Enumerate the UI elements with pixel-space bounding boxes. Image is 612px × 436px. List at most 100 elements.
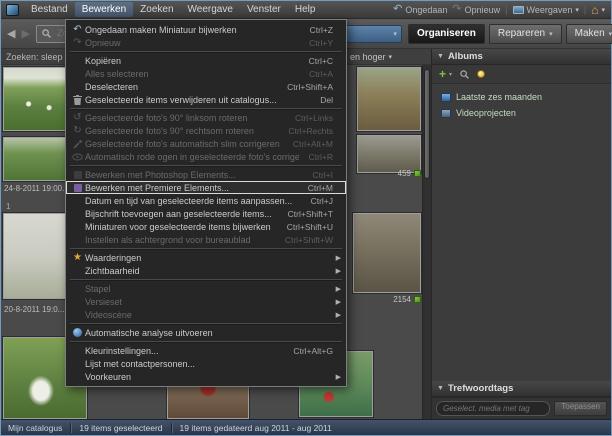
edit-menu-item[interactable]: DeselecterenCtrl+Shift+A [66, 80, 346, 93]
edit-menu-item[interactable]: Miniaturen voor geselecteerde items bijw… [66, 220, 346, 233]
tab-organiseren[interactable]: Organiseren [408, 24, 485, 44]
chevron-down-icon: ▾ [601, 6, 605, 14]
edit-menu-item[interactable]: Geselecteerde items verwijderen uit cata… [66, 93, 346, 106]
undo-icon: ↶ [393, 4, 402, 15]
edit-menu-item[interactable]: ↶Ongedaan maken Miniatuur bijwerkenCtrl+… [66, 23, 346, 36]
submenu-arrow-icon: ▶ [333, 298, 341, 306]
menubar-item-venster[interactable]: Venster [240, 2, 288, 17]
album-label: Laatste zes maanden [456, 92, 542, 102]
menu-item-label: Bewerken met Premiere Elements... [85, 183, 298, 193]
menu-item-shortcut: Ctrl+Rechts [288, 126, 333, 136]
photo-count-badge: 2154 [343, 295, 421, 304]
submenu-arrow-icon: ▶ [333, 254, 341, 262]
tab-repareren[interactable]: Repareren ▾ [489, 24, 562, 44]
rating-filter-dropdown[interactable]: en hoger ▾ [350, 52, 392, 62]
forward-button[interactable]: ▶ [21, 27, 29, 40]
menu-item-shortcut: Ctrl+Shift+T [288, 209, 333, 219]
menubar-item-bewerken[interactable]: Bewerken [75, 2, 133, 17]
menubar-right-group: ↶ Ongedaan ↷ Opnieuw | Weergaven ▾ | ⌂ ▾ [393, 4, 611, 16]
edit-menu-item[interactable]: Bewerken met Premiere Elements...Ctrl+M [66, 181, 346, 194]
edit-menu-item[interactable]: KopiërenCtrl+C [66, 54, 346, 67]
submenu-arrow-icon: ▶ [333, 267, 341, 275]
edit-menu-item[interactable]: Zichtbaarheid▶ [66, 264, 346, 277]
menubar-item-weergave[interactable]: Weergave [181, 2, 240, 17]
edit-menu-item: Bewerken met Photoshop Elements...Ctrl+I [66, 168, 346, 181]
redo-button[interactable]: ↷ Opnieuw [452, 4, 500, 15]
toolbar-divider: | [584, 5, 586, 15]
menubar-item-zoeken[interactable]: Zoeken [133, 2, 180, 17]
add-album-button[interactable]: + [439, 68, 446, 80]
menubar-item-help[interactable]: Help [288, 2, 323, 17]
analysis-icon [70, 328, 85, 337]
status-bar: Mijn catalogus 19 items geselecteerd 19 … [1, 419, 611, 435]
menu-separator [70, 51, 342, 52]
submenu-arrow-icon: ▶ [333, 373, 341, 381]
scrollbar-thumb[interactable] [424, 69, 430, 179]
display-dropdown-button[interactable]: Weergaven ▾ [513, 5, 579, 15]
album-label: Videoprojecten [456, 108, 516, 118]
edit-menu-item: Alles selecterenCtrl+A [66, 67, 346, 80]
date-range-label: 19 items gedateerd aug 2011 - aug 2011 [180, 423, 332, 433]
photo-count: 2154 [393, 295, 411, 304]
undo-button[interactable]: ↶ Ongedaan [393, 4, 447, 15]
tab-label: Organiseren [417, 28, 476, 39]
menubar-item-bestand[interactable]: Bestand [24, 2, 75, 17]
albums-tree: Laatste zes maanden Videoprojecten [432, 84, 611, 381]
application-window: Bestand Bewerken Zoeken Weergave Venster… [0, 0, 612, 436]
menu-item-label: Bijschrift toevoegen aan geselecteerde i… [85, 209, 278, 219]
tab-maken[interactable]: Maken ▾ [566, 24, 612, 44]
album-item-laatste-zes-maanden[interactable]: Laatste zes maanden [432, 89, 611, 105]
chevron-down-icon: ▾ [575, 6, 579, 14]
home-button[interactable]: ⌂ ▾ [591, 4, 605, 16]
edit-menu-item: Geselecteerde foto's automatisch slim co… [66, 137, 346, 150]
album-item-videoprojecten[interactable]: Videoprojecten [432, 105, 611, 121]
albums-panel-header[interactable]: ▼ Albums [432, 49, 611, 65]
eye-icon [70, 153, 85, 161]
rotate-left-icon: ↺ [70, 113, 85, 123]
menu-item-shortcut: Ctrl+Links [295, 113, 333, 123]
edit-menu-item: ↻Geselecteerde foto's 90° rechtsom roter… [66, 124, 346, 137]
submenu-arrow-icon: ▶ [333, 285, 341, 293]
menu-item-label: Versieset [85, 297, 323, 307]
edit-menu-item[interactable]: Bijschrift toevoegen aan geselecteerde i… [66, 207, 346, 220]
keyword-tags-panel-header[interactable]: ▼ Trefwoordtags [432, 381, 611, 397]
edit-menu-item: Automatisch rode ogen in geselecteerde f… [66, 150, 346, 163]
edit-menu-item[interactable]: Datum en tijd van geselecteerde items aa… [66, 194, 346, 207]
star-icon: ★ [70, 253, 85, 263]
albums-toolbar: + ▾ [432, 65, 611, 84]
edit-menu-item[interactable]: Automatische analyse uitvoeren [66, 326, 346, 339]
photo-thumbnail[interactable] [357, 67, 421, 131]
photo-thumbnail[interactable] [357, 135, 421, 173]
edit-menu-item[interactable]: ★Waarderingen▶ [66, 251, 346, 264]
chevron-down-icon: ▾ [393, 30, 397, 38]
menu-item-label: Datum en tijd van geselecteerde items aa… [85, 196, 301, 206]
edit-menu-item: Stapel▶ [66, 282, 346, 295]
status-divider [171, 423, 172, 433]
menu-item-label: Miniaturen voor geselecteerde items bijw… [85, 222, 277, 232]
album-icon [441, 93, 451, 102]
menu-item-label: Automatische analyse uitvoeren [85, 328, 323, 338]
catalog-name-label: Mijn catalogus [8, 423, 62, 433]
edit-menu-item[interactable]: Voorkeuren▶ [66, 370, 346, 383]
menu-item-shortcut: Ctrl+Alt+G [293, 346, 333, 356]
undo-icon: ↶ [70, 25, 85, 35]
status-divider [70, 423, 71, 433]
menu-item-shortcut: Ctrl+C [309, 56, 333, 66]
apply-tag-button[interactable]: Toepassen [554, 401, 607, 416]
menu-item-label: Geselecteerde foto's 90° linksom roteren [85, 113, 285, 123]
chevron-down-icon: ▾ [449, 71, 452, 78]
edit-menu-item[interactable]: Kleurinstellingen...Ctrl+Alt+G [66, 344, 346, 357]
stack-count-label: 1 [6, 202, 10, 211]
back-button[interactable]: ◀ [7, 27, 15, 40]
search-albums-icon[interactable] [460, 70, 469, 79]
edit-menu-item[interactable]: Lijst met contactpersonen... [66, 357, 346, 370]
photo-count: 459 [398, 169, 411, 178]
redo-icon: ↷ [70, 38, 85, 48]
menu-bar: Bestand Bewerken Zoeken Weergave Venster… [1, 1, 611, 19]
tag-filter-input[interactable] [436, 401, 550, 416]
photo-thumbnail[interactable] [353, 213, 421, 293]
smart-album-bulb-icon[interactable] [477, 70, 485, 78]
scrollbar-track[interactable] [422, 65, 431, 419]
submenu-arrow-icon: ▶ [333, 311, 341, 319]
menu-separator [70, 323, 342, 324]
